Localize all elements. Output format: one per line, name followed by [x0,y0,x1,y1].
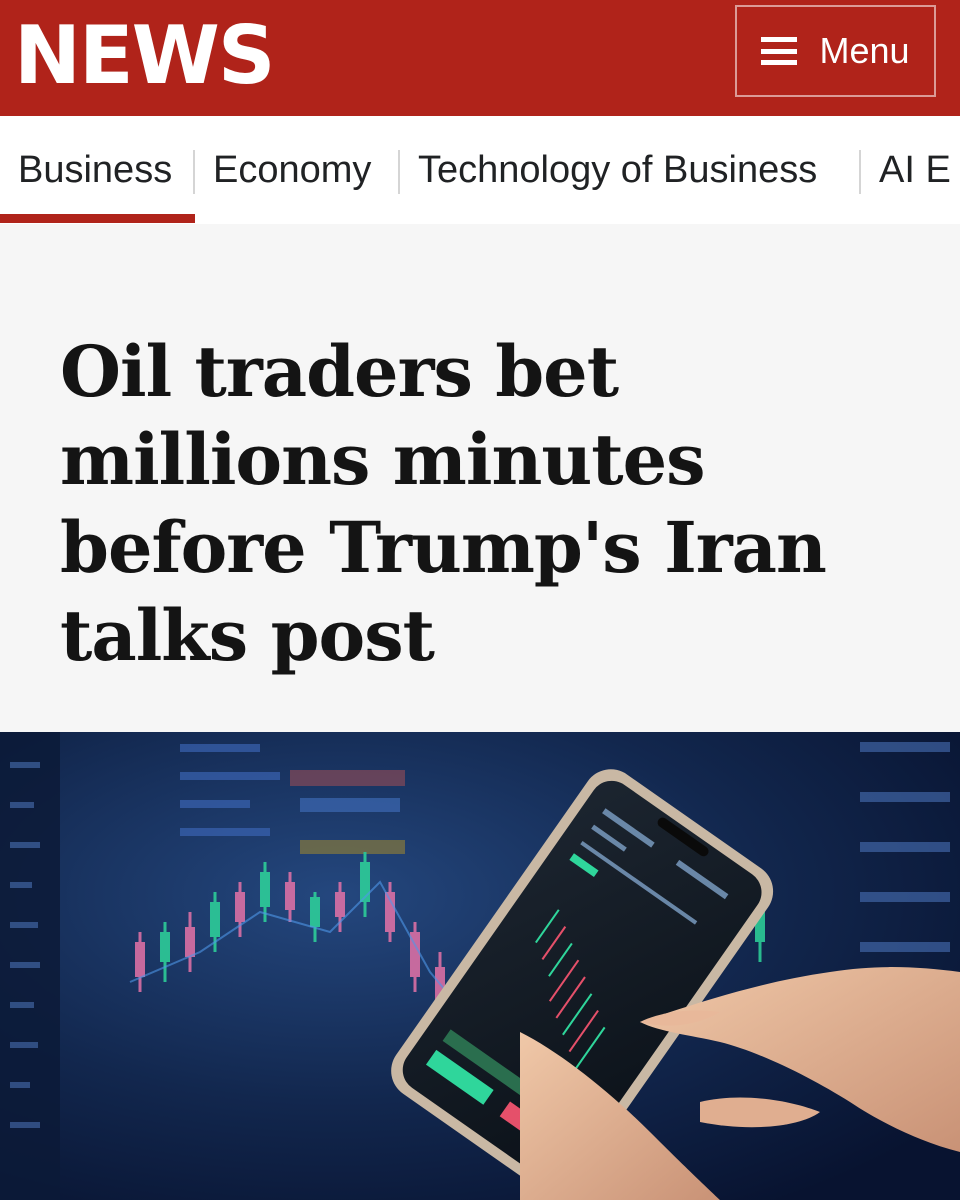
nav-item-technology-of-business[interactable]: Technology of Business [418,142,817,198]
hero-image [0,732,960,1200]
nav-separator [193,150,195,194]
headline-section: Oil traders bet millions minutes before … [0,224,960,732]
menu-button[interactable]: Menu [735,5,936,97]
section-nav: Business Economy Technology of Business … [0,116,960,224]
menu-label: Menu [819,30,910,71]
nav-item-economy[interactable]: Economy [213,142,371,198]
nav-item-business[interactable]: Business [18,142,172,198]
article-headline: Oil traders bet millions minutes before … [60,330,827,677]
nav-separator [398,150,400,194]
nav-item-ai[interactable]: AI E [879,142,951,198]
trading-phone-illustration [0,732,960,1200]
nav-separator [859,150,861,194]
active-tab-indicator [0,214,195,223]
hamburger-icon [761,37,798,65]
site-header: NEWS Menu [0,0,960,116]
news-logo[interactable]: NEWS [14,6,275,106]
